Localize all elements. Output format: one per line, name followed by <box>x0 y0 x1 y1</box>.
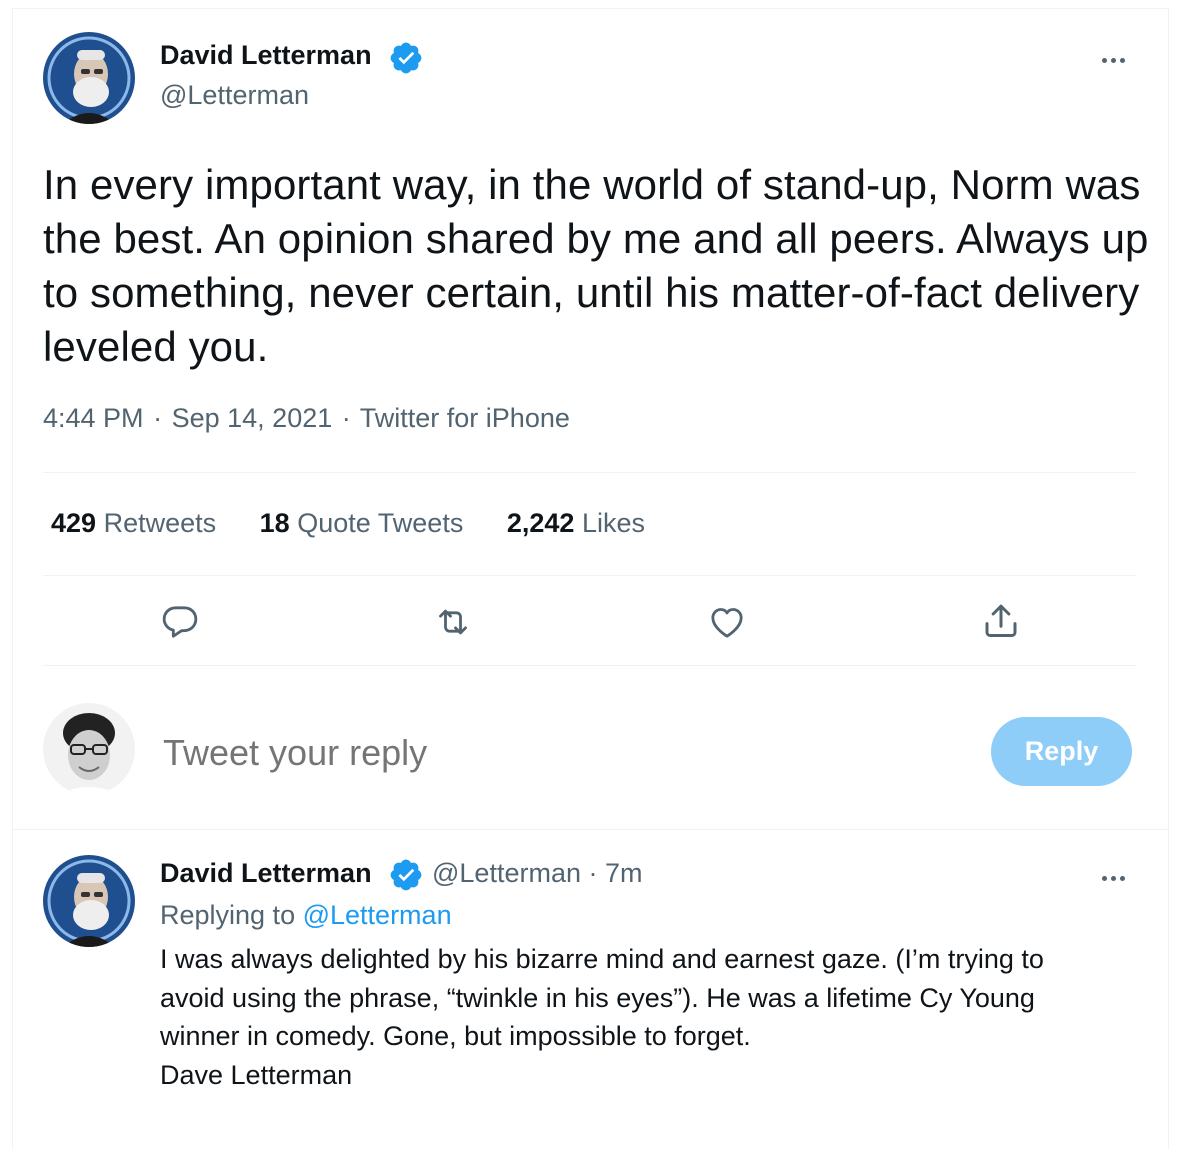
tweet-text: In every important way, in the world of … <box>43 161 1149 370</box>
reply-author-avatar[interactable] <box>43 855 135 947</box>
author-avatar[interactable] <box>43 32 135 124</box>
verified-badge-icon <box>390 859 422 891</box>
retweets-stat[interactable]: 429 Retweets <box>51 508 216 539</box>
tweet-source[interactable]: Twitter for iPhone <box>360 403 570 433</box>
reply-author-name[interactable]: David Letterman <box>160 858 372 889</box>
tweet-stats: 429 Retweets 18 Quote Tweets 2,242 Likes <box>51 508 681 539</box>
divider <box>43 575 1136 576</box>
tweet-time[interactable]: 4:44 PM <box>43 403 144 433</box>
meta-separator: · <box>588 858 598 888</box>
meta-separator: · <box>153 403 163 433</box>
quote-tweets-count: 18 <box>259 508 290 538</box>
divider <box>12 829 1168 830</box>
replying-to-label: Replying to <box>160 900 296 930</box>
more-icon[interactable] <box>1100 50 1127 68</box>
retweet-icon[interactable] <box>432 602 474 642</box>
divider <box>43 665 1136 666</box>
quote-tweets-label: Quote Tweets <box>297 508 464 538</box>
reply-text-line: Dave Letterman <box>160 1059 353 1090</box>
tweet-date[interactable]: Sep 14, 2021 <box>172 403 333 433</box>
author-handle[interactable]: @Letterman <box>160 80 309 111</box>
divider <box>43 472 1136 473</box>
meta-separator: · <box>341 403 351 433</box>
reply-button[interactable]: Reply <box>991 717 1132 786</box>
likes-stat[interactable]: 2,242 Likes <box>507 508 645 539</box>
user-avatar[interactable] <box>43 703 135 795</box>
quote-tweets-stat[interactable]: 18 Quote Tweets <box>260 508 464 539</box>
reply-text-line: avoid using the phrase, “twinkle in his … <box>160 982 1035 1013</box>
like-icon[interactable] <box>706 602 748 642</box>
reply-text: I was always delighted by his bizarre mi… <box>160 940 1140 1094</box>
reply-time[interactable]: 7m <box>605 858 643 888</box>
reply-icon[interactable] <box>160 602 200 642</box>
tweet-meta: 4:44 PM · Sep 14, 2021 · Twitter for iPh… <box>43 403 572 434</box>
replying-to-link[interactable]: @Letterman <box>303 900 452 930</box>
reply-input[interactable] <box>163 728 943 778</box>
verified-badge-icon <box>390 42 422 74</box>
likes-count: 2,242 <box>506 508 575 538</box>
reply-text-line: winner in comedy. Gone, but impossible t… <box>160 1021 751 1051</box>
retweets-label: Retweets <box>103 508 217 538</box>
share-icon[interactable] <box>980 600 1022 642</box>
reply-header-meta: @Letterman · 7m <box>432 858 643 889</box>
replying-to: Replying to @Letterman <box>160 900 452 931</box>
reply-text-line: I was always delighted by his bizarre mi… <box>160 944 1044 974</box>
more-icon[interactable] <box>1100 868 1127 886</box>
author-name[interactable]: David Letterman <box>160 40 372 71</box>
reply-author-handle[interactable]: @Letterman <box>432 858 581 888</box>
likes-label: Likes <box>581 508 645 538</box>
retweets-count: 429 <box>51 508 97 538</box>
